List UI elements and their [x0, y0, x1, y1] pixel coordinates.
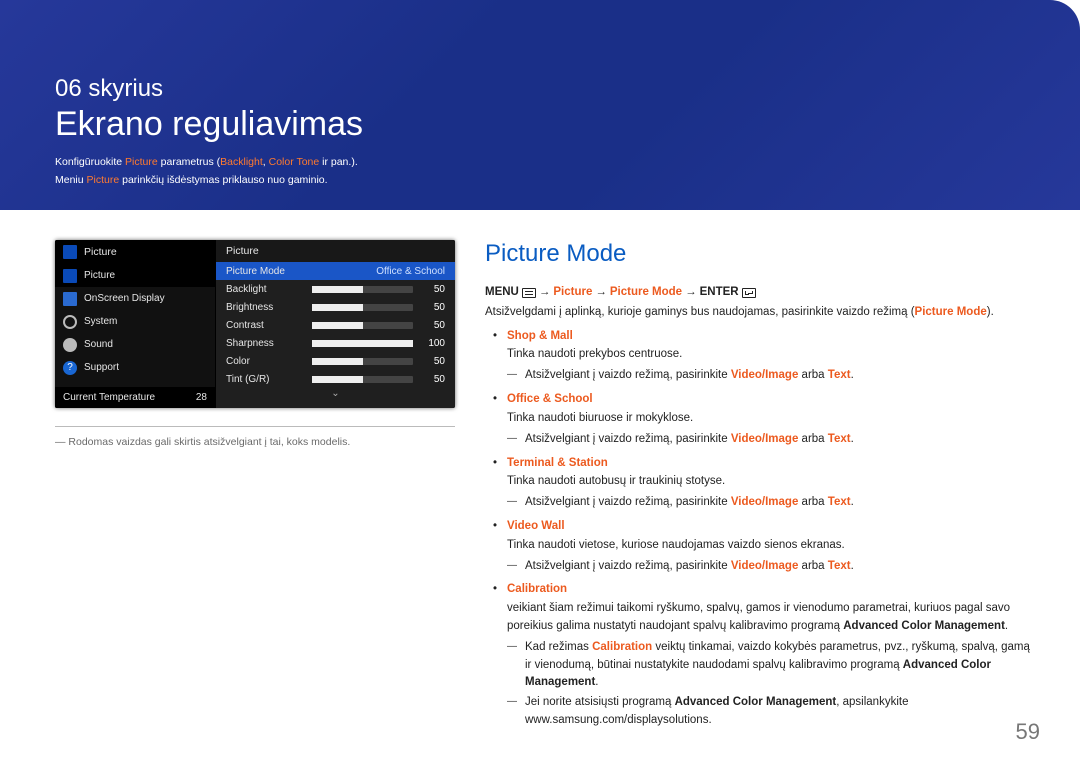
osd-side-item-system: System [55, 310, 215, 333]
osd-slider-row: Color 50 [216, 352, 455, 370]
mode-subitem: Atsižvelgiant į vaizdo režimą, pasirinki… [507, 367, 1035, 385]
osd-side-item-picture: Picture [55, 264, 215, 287]
mode-subitem: Atsižvelgiant į vaizdo režimą, pasirinki… [507, 494, 1035, 512]
section-title: Picture Mode [485, 240, 1035, 268]
mode-desc: Tinka naudoti biuruose ir mokyklose. [507, 412, 693, 424]
mode-subitem: Atsižvelgiant į vaizdo režimą, pasirinki… [507, 431, 1035, 449]
osd-slider-label: Color [226, 356, 304, 367]
osd-slider-bar [312, 322, 413, 329]
mode-desc: Tinka naudoti autobusų ir traukinių stot… [507, 475, 725, 487]
intro-text: Atsižvelgdami į aplinką, kurioje gaminys… [485, 304, 1035, 322]
osd-slider-bar [312, 340, 413, 347]
enter-key-icon [742, 288, 756, 298]
osd-left-heading-label: Picture [84, 246, 117, 258]
speaker-icon [63, 338, 77, 352]
osd-slider-label: Tint (G/R) [226, 374, 304, 385]
mode-subitem: Jei norite atsisiųsti programą Advanced … [507, 694, 1035, 730]
osd-right-panel: Picture Picture Mode Office & School Bac… [215, 240, 455, 408]
mode-item: Shop & Mall Tinka naudoti prekybos centru… [485, 328, 1035, 385]
menu-breadcrumb: MENU → Picture → Picture Mode → ENTER [485, 284, 1035, 302]
mode-subitem: Atsižvelgiant į vaizdo režimą, pasirinki… [507, 558, 1035, 576]
mode-item: Video Wall Tinka naudoti vietose, kuriose… [485, 518, 1035, 575]
osd-slider-row: Brightness 50 [216, 298, 455, 316]
osd-side-item-support: ?Support [55, 356, 215, 379]
osd-slider-row: Backlight 50 [216, 280, 455, 298]
osd-row-label: Picture Mode [226, 266, 304, 277]
osd-temp-value: 28 [196, 392, 207, 403]
header-notes: Konfigūruokite Picture parametrus (Backl… [55, 154, 1025, 190]
mode-sublist: Atsižvelgiant į vaizdo režimą, pasirinki… [507, 558, 1035, 576]
osd-slider-bar [312, 358, 413, 365]
osd-row-value: Office & School [376, 266, 445, 277]
osd-left-footer: Current Temperature 28 [55, 387, 215, 408]
picture-icon [63, 245, 77, 259]
osd-slider-row: Tint (G/R) 50 [216, 370, 455, 388]
mode-name: Terminal & Station [507, 455, 1035, 473]
modes-list: Shop & Mall Tinka naudoti prekybos centru… [485, 328, 1035, 730]
chevron-down-icon: ⌄ [216, 388, 455, 402]
osd-slider-value: 50 [421, 374, 445, 385]
osd-slider-bar [312, 304, 413, 311]
osd-slider-label: Sharpness [226, 338, 304, 349]
footnote: ― Rodomas vaizdas gali skirtis atsižvelg… [55, 435, 455, 451]
osd-slider-row: Contrast 50 [216, 316, 455, 334]
chapter-number: 06 skyrius [55, 75, 1025, 103]
osd-slider-bar [312, 376, 413, 383]
divider [55, 426, 455, 427]
osd-side-item-sound: Sound [55, 333, 215, 356]
osd-left-panel: Picture Picture OnScreen Display System … [55, 240, 215, 408]
osd-slider-label: Brightness [226, 302, 304, 313]
question-icon: ? [63, 361, 77, 375]
mode-name: Office & School [507, 391, 1035, 409]
mode-desc: Tinka naudoti vietose, kuriose naudojama… [507, 539, 845, 551]
mode-item: Terminal & Station Tinka naudoti autobusų… [485, 455, 1035, 512]
osd-side-items: Picture OnScreen Display System Sound ?S… [55, 264, 215, 387]
picture-icon [63, 269, 77, 283]
mode-sublist: Atsižvelgiant į vaizdo režimą, pasirinki… [507, 431, 1035, 449]
mode-sublist: Atsižvelgiant į vaizdo režimą, pasirinki… [507, 367, 1035, 385]
osd-right-heading: Picture [216, 240, 455, 262]
osd-slider-label: Contrast [226, 320, 304, 331]
osd-row-picture-mode: Picture Mode Office & School [216, 262, 455, 280]
osd-side-item-onscreen: OnScreen Display [55, 287, 215, 310]
osd-slider-value: 50 [421, 284, 445, 295]
osd-slider-bar [312, 286, 413, 293]
osd-menu-preview: Picture Picture OnScreen Display System … [55, 240, 455, 408]
header-note-2: Meniu Picture parinkčių išdėstymas prikl… [55, 172, 1025, 190]
mode-item: Office & School Tinka naudoti biuruose ir… [485, 391, 1035, 448]
page-number: 59 [1016, 719, 1040, 745]
osd-slider-value: 50 [421, 320, 445, 331]
chapter-title: Ekrano reguliavimas [55, 105, 1025, 144]
osd-temp-label: Current Temperature [63, 392, 155, 403]
osd-slider-value: 50 [421, 356, 445, 367]
header-note-1: Konfigūruokite Picture parametrus (Backl… [55, 154, 1025, 172]
mode-item: Calibration veikiant šiam režimui taikomi… [485, 581, 1035, 730]
mode-sublist: Kad režimas Calibration veiktų tinkamai,… [507, 639, 1035, 730]
mode-desc: veikiant šiam režimui taikomi ryškumo, s… [507, 602, 1010, 632]
gear-icon [63, 315, 77, 329]
display-icon [63, 292, 77, 306]
mode-name: Shop & Mall [507, 328, 1035, 346]
osd-left-heading: Picture [55, 240, 215, 264]
osd-slider-label: Backlight [226, 284, 304, 295]
mode-name: Video Wall [507, 518, 1035, 536]
mode-name: Calibration [507, 581, 1035, 599]
mode-desc: Tinka naudoti prekybos centruose. [507, 348, 682, 360]
mode-subitem: Kad režimas Calibration veiktų tinkamai,… [507, 639, 1035, 692]
osd-slider-value: 100 [421, 338, 445, 349]
osd-slider-row: Sharpness 100 [216, 334, 455, 352]
page-header: 06 skyrius Ekrano reguliavimas Konfigūru… [0, 0, 1080, 210]
mode-sublist: Atsižvelgiant į vaizdo režimą, pasirinki… [507, 494, 1035, 512]
osd-slider-value: 50 [421, 302, 445, 313]
menu-key-icon [522, 288, 536, 298]
